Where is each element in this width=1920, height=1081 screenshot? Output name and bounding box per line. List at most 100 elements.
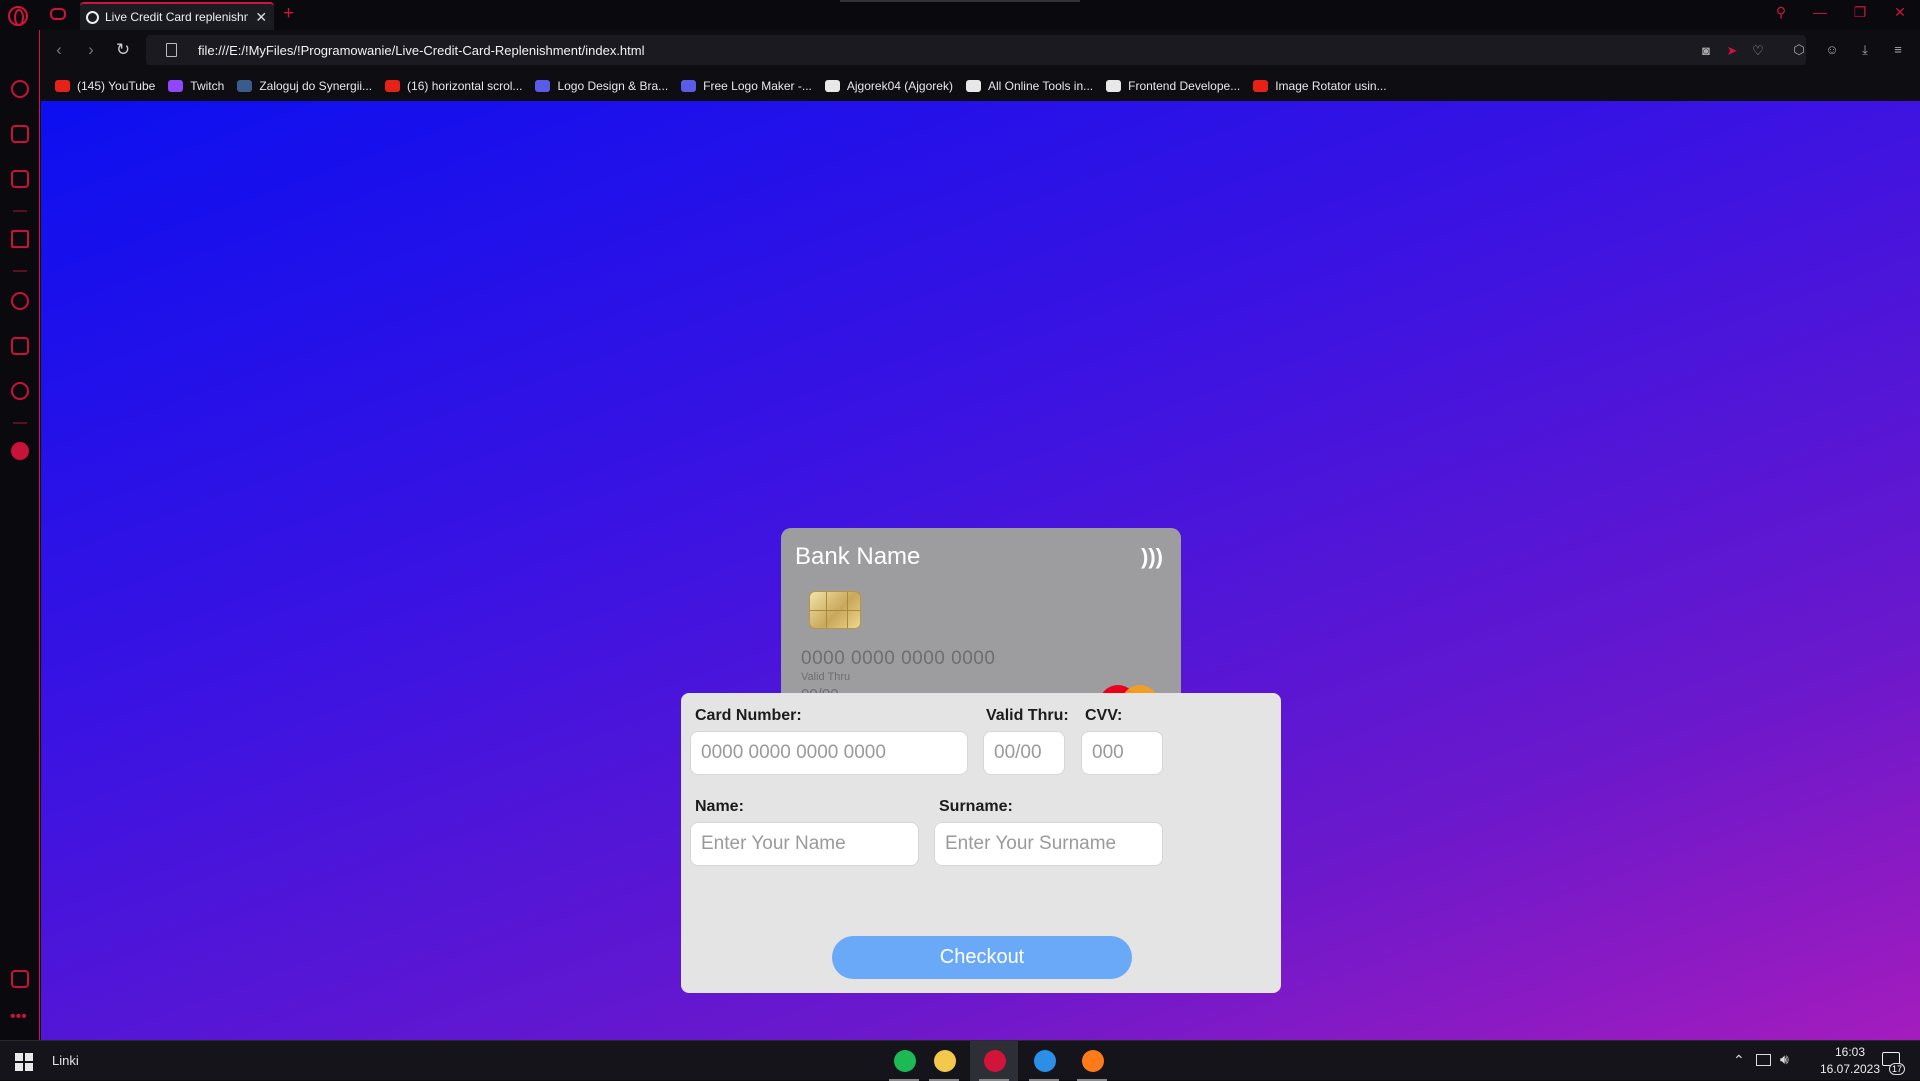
bookmark-label: Image Rotator usin... — [1275, 78, 1387, 93]
youtube-icon — [55, 79, 70, 92]
new-tab-button[interactable]: + — [283, 3, 294, 25]
valid-thru-input[interactable] — [983, 731, 1065, 775]
notification-count: 17 — [1889, 1063, 1906, 1075]
name-input[interactable] — [690, 822, 919, 866]
clock-date[interactable]: 16.07.2023 — [1813, 1062, 1887, 1076]
chip-icon — [809, 591, 861, 629]
wallpaper-icon[interactable] — [11, 970, 29, 988]
logo-design-icon — [535, 79, 551, 92]
synergia-icon — [237, 79, 253, 92]
extensions-icon[interactable]: ⬡ — [1791, 42, 1807, 58]
bookmark-item[interactable]: Free Logo Maker -... — [681, 79, 812, 93]
tools-icon — [965, 79, 981, 92]
bookmark-item[interactable]: Frontend Develope... — [1106, 79, 1240, 93]
bookmark-item[interactable]: (16) horizontal scrol... — [385, 79, 522, 93]
search-tabs-icon[interactable]: ⚲ — [1769, 4, 1793, 24]
surname-input[interactable] — [934, 822, 1163, 866]
bookmark-heart-icon[interactable]: ♡ — [1750, 43, 1766, 59]
more-options-icon[interactable]: ••• — [10, 1008, 27, 1026]
ublock-icon[interactable] — [11, 442, 29, 460]
profile-icon[interactable]: ☺ — [1824, 42, 1840, 58]
globe-icon — [86, 10, 99, 24]
bookmark-item[interactable]: Ajgorek04 (Ajgorek) — [824, 78, 953, 93]
bookmark-label: (16) horizontal scrol... — [407, 78, 523, 93]
file-explorer-icon — [934, 1050, 956, 1072]
spotify-icon — [894, 1050, 916, 1072]
bookmark-item[interactable]: (145) YouTube — [55, 79, 155, 93]
bookmark-label: (145) YouTube — [77, 78, 156, 93]
twitch-icon — [168, 79, 184, 92]
card-valid-label: Valid Thru — [801, 671, 851, 683]
restore-button[interactable]: ❐ — [1848, 4, 1872, 24]
opera-menu-icon[interactable] — [8, 6, 28, 26]
cvv-input[interactable] — [1081, 731, 1163, 775]
player-icon[interactable] — [11, 230, 29, 248]
navigation-bar: ‹ › ↻ file:///E:/!MyFiles/!Programowanie… — [40, 30, 1920, 70]
taskbar-app[interactable] — [970, 1041, 1018, 1081]
card-number-label: Card Number: — [695, 707, 802, 724]
windows-start-icon[interactable] — [15, 1053, 33, 1071]
bookmark-item[interactable]: All Online Tools in... — [965, 78, 1094, 93]
firefox-icon — [1082, 1050, 1104, 1072]
extensions-sidebar-icon[interactable] — [11, 337, 29, 355]
history-icon[interactable] — [11, 292, 29, 310]
vscode-icon — [1034, 1050, 1056, 1072]
volume-icon[interactable]: 🔊︎ — [1780, 1051, 1789, 1068]
address-bar[interactable]: file:///E:/!MyFiles/!Programowanie/Live-… — [146, 35, 1806, 65]
bookmark-item[interactable]: Zaloguj do Synergii... — [237, 79, 372, 93]
frontend-icon — [1106, 79, 1122, 92]
gx-control-icon[interactable] — [50, 8, 66, 20]
minimize-button[interactable]: — — [1808, 4, 1832, 24]
links-toolbar-label[interactable]: Linki — [52, 1053, 79, 1068]
url-text[interactable]: file:///E:/!MyFiles/!Programowanie/Live-… — [198, 43, 645, 58]
bookmark-item[interactable]: Logo Design & Bra... — [535, 79, 668, 93]
valid-thru-label: Valid Thru: — [986, 707, 1069, 724]
card-number-input[interactable] — [690, 731, 968, 775]
cvv-label: CVV: — [1085, 707, 1123, 724]
bookmark-label: Free Logo Maker -... — [703, 78, 812, 93]
bookmark-label: All Online Tools in... — [987, 78, 1094, 93]
youtube-icon — [385, 79, 401, 92]
taskbar-app[interactable] — [1068, 1041, 1116, 1081]
back-button[interactable]: ‹ — [48, 39, 70, 61]
tab-scroll-indicator — [840, 0, 1080, 2]
speed-dial-icon[interactable] — [11, 80, 29, 98]
card-number-display: 0000 0000 0000 0000 — [801, 648, 996, 669]
forward-button[interactable]: › — [80, 39, 102, 61]
bookmark-item[interactable]: Image Rotator usin... — [1253, 78, 1387, 93]
taskbar-app[interactable] — [920, 1041, 968, 1081]
checkout-button[interactable]: Checkout — [832, 936, 1132, 979]
settings-icon[interactable] — [11, 382, 29, 400]
page-viewport: Bank Name ))) 0000 0000 0000 0000 Valid … — [41, 101, 1920, 1040]
network-icon[interactable] — [1756, 1054, 1771, 1066]
tab-strip: Live Credit Card replenishment ✕ + ⚲ — ❐… — [0, 0, 1920, 30]
surname-label: Surname: — [939, 798, 1013, 815]
payment-form: Card Number: Valid Thru: CVV: Name: Surn… — [681, 693, 1281, 993]
shopping-icon[interactable] — [11, 125, 29, 143]
snapshot-icon[interactable]: ◙ — [1698, 43, 1714, 59]
contactless-icon: ))) — [1141, 544, 1163, 569]
taskbar: Linki ⌃ 🔊︎ 16:03 16.07.2023 17 — [0, 1040, 1920, 1081]
tray-overflow-icon[interactable]: ⌃ — [1733, 1052, 1745, 1069]
tab-title: Live Credit Card replenishment — [105, 10, 248, 24]
reload-button[interactable]: ↻ — [112, 39, 134, 61]
sidebar: ••• — [0, 30, 40, 1040]
send-icon[interactable]: ➤ — [1724, 43, 1740, 59]
close-window-button[interactable]: ✕ — [1888, 4, 1912, 24]
bookmarks-bar: (145) YouTube Twitch Zaloguj do Synergii..… — [40, 70, 1920, 101]
bookmark-item[interactable]: Twitch — [168, 79, 224, 93]
twitch-sidebar-icon[interactable] — [11, 170, 29, 188]
opera-gx-icon — [984, 1050, 1006, 1072]
logo-maker-icon — [681, 79, 697, 92]
bookmark-label: Ajgorek04 (Ajgorek) — [846, 78, 953, 93]
menu-icon[interactable]: ≡ — [1890, 42, 1906, 58]
bank-name: Bank Name — [795, 543, 921, 570]
browser-tab[interactable]: Live Credit Card replenishment ✕ — [80, 2, 274, 30]
sidebar-separator — [13, 210, 27, 212]
github-icon — [824, 79, 840, 92]
clock-time[interactable]: 16:03 — [1820, 1045, 1880, 1059]
tab-close-icon[interactable]: ✕ — [254, 9, 268, 26]
download-icon[interactable]: ⤓ — [1857, 42, 1873, 58]
taskbar-app[interactable] — [1020, 1041, 1068, 1081]
bookmark-label: Twitch — [190, 78, 225, 93]
